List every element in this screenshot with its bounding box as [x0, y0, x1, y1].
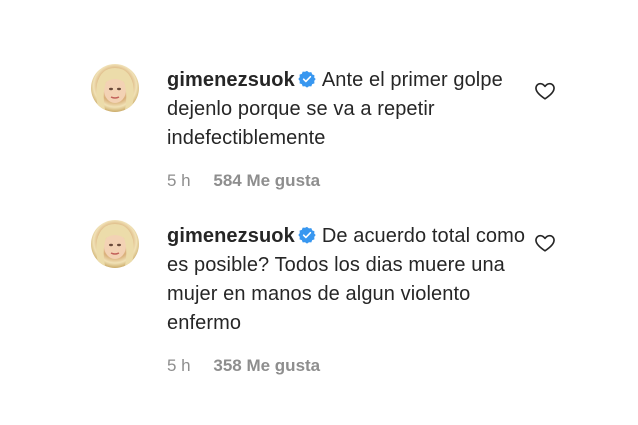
- heart-outline-icon: [535, 82, 555, 100]
- comment-like-count[interactable]: 584 Me gusta: [213, 171, 320, 190]
- comment-like-count[interactable]: 358 Me gusta: [213, 356, 320, 375]
- like-button[interactable]: [534, 80, 558, 104]
- comment-meta: 5 h 584 Me gusta: [167, 171, 527, 191]
- comment-content: gimenezsuok De acuerdo total como es posi…: [167, 222, 527, 376]
- avatar-image: [96, 68, 134, 110]
- comment-text-block: gimenezsuok Ante el primer golpe dejenlo …: [167, 66, 527, 153]
- comment-username[interactable]: gimenezsuok: [167, 69, 295, 91]
- comment-meta: 5 h 358 Me gusta: [167, 356, 527, 376]
- avatar-image: [96, 224, 134, 266]
- comment-text-block: gimenezsuok De acuerdo total como es posi…: [167, 222, 527, 338]
- comment-content: gimenezsuok Ante el primer golpe dejenlo …: [167, 66, 527, 191]
- avatar[interactable]: [91, 64, 139, 112]
- heart-outline-icon: [535, 234, 555, 252]
- comments-list: gimenezsuok Ante el primer golpe dejenlo …: [0, 0, 638, 425]
- comment-username[interactable]: gimenezsuok: [167, 225, 295, 247]
- verified-badge-icon: [298, 70, 316, 88]
- comment-timestamp[interactable]: 5 h: [167, 356, 191, 375]
- comment-timestamp[interactable]: 5 h: [167, 171, 191, 190]
- avatar[interactable]: [91, 220, 139, 268]
- like-button[interactable]: [534, 232, 558, 256]
- verified-badge-icon: [298, 226, 316, 244]
